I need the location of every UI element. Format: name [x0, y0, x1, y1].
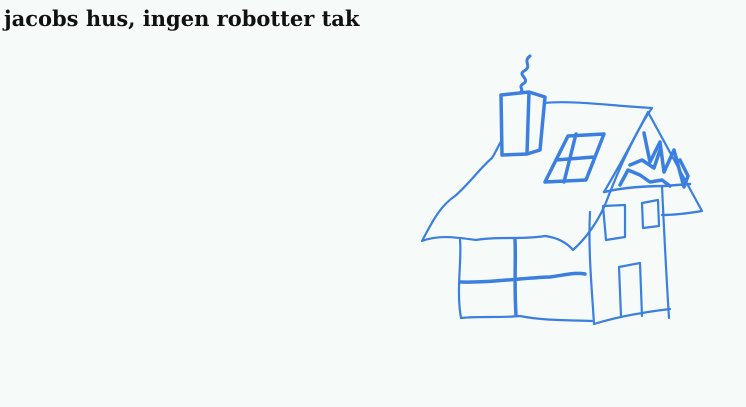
side-door [617, 261, 644, 318]
gable-scribble [618, 131, 690, 189]
gable-base-line [602, 182, 692, 194]
roof-outline [420, 101, 654, 252]
front-wall-divisions [459, 238, 587, 317]
side-window-left [601, 203, 627, 242]
roof-window [543, 132, 606, 184]
smoke-squiggle [519, 54, 532, 94]
house-sketch-icon [420, 54, 704, 326]
gable-roof [602, 110, 704, 217]
side-window-right [640, 198, 661, 230]
house-drawing-canvas[interactable] [0, 0, 746, 407]
chimney [499, 90, 547, 157]
